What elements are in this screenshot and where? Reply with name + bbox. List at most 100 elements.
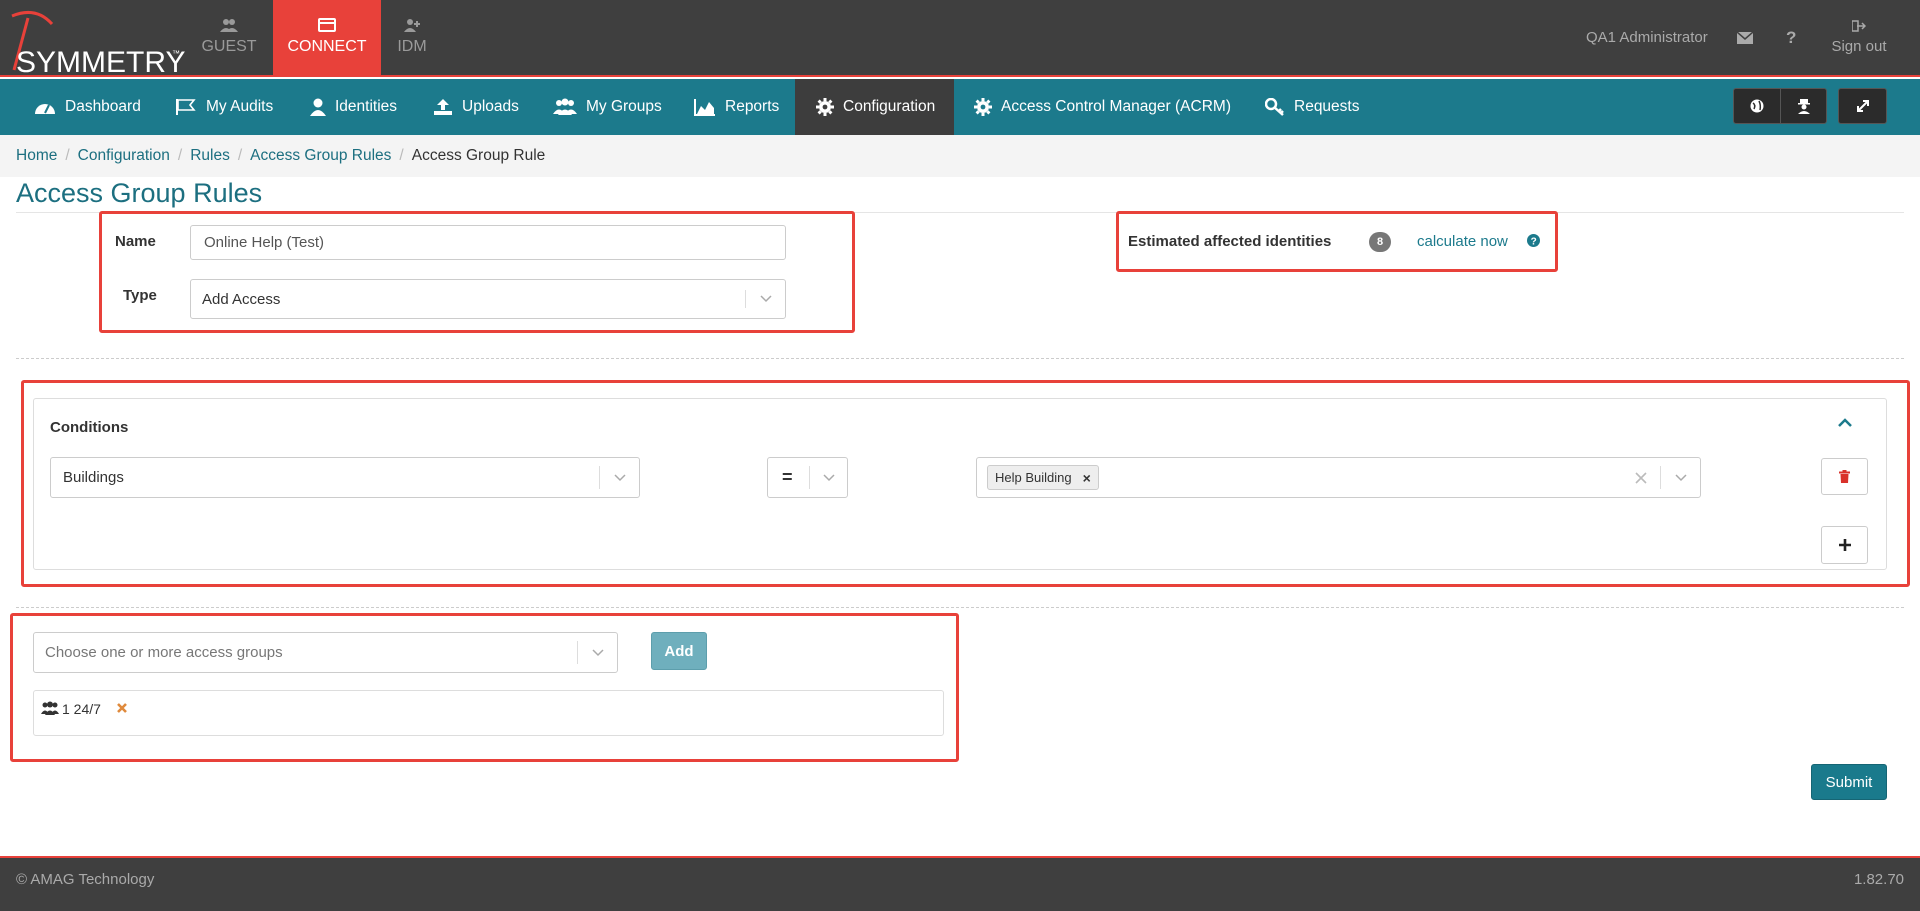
globe-icon xyxy=(1750,99,1764,113)
nav-my-groups[interactable]: My Groups xyxy=(553,79,662,135)
nav-label: My Groups xyxy=(586,98,662,115)
nav-label: Reports xyxy=(725,98,780,115)
symmetry-logo[interactable]: SYMMETRY ™ xyxy=(6,8,185,79)
nav-label: My Audits xyxy=(206,98,274,115)
nav-label: Uploads xyxy=(462,98,519,115)
access-group-placeholder: Choose one or more access groups xyxy=(45,644,283,661)
upload-icon xyxy=(434,99,452,115)
nav-my-audits[interactable]: My Audits xyxy=(175,79,273,135)
user-secret-button[interactable] xyxy=(1780,88,1827,124)
chevron-down-icon xyxy=(613,473,626,481)
user-plus-icon xyxy=(404,19,420,32)
access-group-select[interactable]: Choose one or more access groups xyxy=(33,632,618,673)
breadcrumb-bar: Home / Configuration / Rules / Access Gr… xyxy=(0,135,1920,177)
breadcrumb-configuration[interactable]: Configuration xyxy=(78,147,170,165)
conditions-title: Conditions xyxy=(50,419,129,436)
nav-label: Identities xyxy=(335,98,398,115)
type-select-arrow[interactable] xyxy=(745,290,785,308)
name-input-value: Online Help (Test) xyxy=(204,234,325,251)
condition-field-value: Buildings xyxy=(63,469,124,486)
group-icon xyxy=(41,701,59,715)
type-label: Type xyxy=(123,287,157,304)
footer-copyright: © AMAG Technology xyxy=(16,871,155,888)
value-chip: Help Building × xyxy=(987,465,1099,490)
app-tab-label: CONNECT xyxy=(287,38,367,55)
app-tab-guest[interactable]: GUEST xyxy=(175,0,283,75)
chevron-down-icon xyxy=(822,473,835,481)
nav-acrm[interactable]: Access Control Manager (ACRM) xyxy=(974,79,1231,135)
selected-group-label: 1 24/7 xyxy=(62,701,101,717)
breadcrumb-separator: / xyxy=(177,147,183,164)
sign-out-icon xyxy=(1851,20,1867,32)
sign-out-button[interactable]: Sign out xyxy=(1828,19,1890,55)
clear-icon[interactable] xyxy=(1635,472,1647,484)
dashboard-icon xyxy=(35,104,55,114)
app-tab-connect[interactable]: CONNECT xyxy=(273,0,381,75)
breadcrumb-home[interactable]: Home xyxy=(16,147,57,165)
add-access-group-button[interactable]: Add xyxy=(651,632,707,670)
condition-operator-arrow[interactable] xyxy=(809,466,847,489)
value-chip-label: Help Building xyxy=(995,470,1072,485)
breadcrumb-access-group-rules[interactable]: Access Group Rules xyxy=(250,147,391,165)
chip-remove-button[interactable]: × xyxy=(1083,470,1091,486)
name-input[interactable]: Online Help (Test) xyxy=(190,225,786,260)
add-condition-button[interactable] xyxy=(1821,526,1868,564)
chevron-up-icon[interactable] xyxy=(1838,418,1852,428)
name-label: Name xyxy=(115,233,156,250)
footer: © AMAG Technology 1.82.70 xyxy=(0,856,1920,911)
gear-icon xyxy=(816,98,834,116)
app-tab-idm[interactable]: IDM xyxy=(382,0,442,75)
trash-icon xyxy=(1839,470,1850,483)
estimate-count-badge: 8 xyxy=(1369,232,1391,252)
nav-reports[interactable]: Reports xyxy=(694,79,779,135)
plus-icon xyxy=(1838,539,1851,551)
breadcrumb-separator: / xyxy=(65,147,70,164)
user-secret-icon xyxy=(1797,99,1810,114)
key-icon xyxy=(1265,98,1284,116)
type-select[interactable]: Add Access xyxy=(190,279,786,319)
expand-button[interactable] xyxy=(1838,88,1887,124)
estimate-label: Estimated affected identities xyxy=(1128,233,1332,250)
section-divider xyxy=(16,358,1904,359)
breadcrumb-separator: / xyxy=(237,147,243,164)
flag-icon xyxy=(176,99,196,115)
app-tab-label: GUEST xyxy=(201,38,257,55)
nav-configuration[interactable]: Configuration xyxy=(795,79,954,135)
delete-condition-button[interactable] xyxy=(1821,458,1868,495)
top-bar: SYMMETRY ™ GUEST CONNECT IDM QA1 Adminis… xyxy=(0,0,1920,79)
condition-value-arrow[interactable] xyxy=(1660,466,1700,489)
breadcrumb: Home / Configuration / Rules / Access Gr… xyxy=(16,147,545,165)
question-circle-icon[interactable]: ? xyxy=(1527,234,1540,247)
globe-button[interactable] xyxy=(1733,88,1781,124)
type-select-value: Add Access xyxy=(202,290,281,308)
breadcrumb-separator: / xyxy=(399,147,404,164)
calculate-now-link[interactable]: calculate now xyxy=(1417,233,1508,250)
group-icon xyxy=(553,98,577,115)
expand-icon xyxy=(1856,100,1869,112)
condition-value-select[interactable]: Help Building × xyxy=(976,457,1701,498)
remove-group-icon[interactable] xyxy=(116,702,128,714)
envelope-icon[interactable] xyxy=(1737,32,1753,44)
footer-version: 1.82.70 xyxy=(1853,871,1904,888)
card-icon xyxy=(318,18,336,32)
user-icon xyxy=(310,98,326,116)
nav-requests[interactable]: Requests xyxy=(1265,79,1359,135)
nav-uploads[interactable]: Uploads xyxy=(433,79,519,135)
nav-identities[interactable]: Identities xyxy=(310,79,397,135)
condition-field-arrow[interactable] xyxy=(599,466,639,489)
nav-label: Dashboard xyxy=(65,98,141,115)
breadcrumb-rules[interactable]: Rules xyxy=(190,147,230,165)
help-icon[interactable]: ? xyxy=(1785,29,1797,45)
gear-icon xyxy=(974,98,992,116)
chevron-down-icon xyxy=(591,648,604,656)
users-icon xyxy=(220,19,238,32)
nav-label: Access Control Manager (ACRM) xyxy=(1001,98,1231,115)
nav-dashboard[interactable]: Dashboard xyxy=(34,79,141,135)
condition-operator-select[interactable]: = xyxy=(767,457,848,498)
svg-text:?: ? xyxy=(1531,237,1537,248)
condition-field-select[interactable]: Buildings xyxy=(50,457,640,498)
access-group-arrow[interactable] xyxy=(577,641,617,664)
section-divider xyxy=(16,607,1904,608)
submit-button[interactable]: Submit xyxy=(1811,764,1887,800)
area-chart-icon xyxy=(694,99,715,116)
